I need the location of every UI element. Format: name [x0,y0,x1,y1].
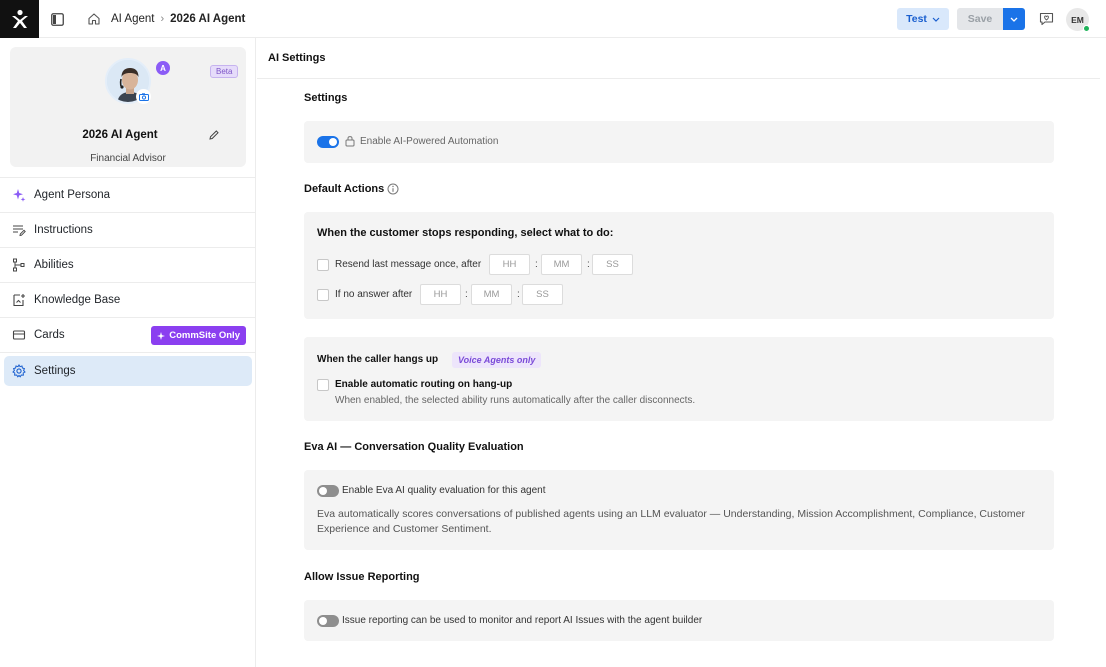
eva-toggle-label: Enable Eva AI quality evaluation for thi… [342,485,546,496]
no-answer-seconds-input[interactable]: SS [522,284,563,305]
beta-badge: Beta [210,65,239,78]
top-bar: AI Agent › 2026 AI Agent Test Save EM [0,0,1106,38]
resend-checkbox[interactable] [317,259,329,271]
issue-reporting-toggle[interactable] [317,615,339,627]
eva-panel: Enable Eva AI quality evaluation for thi… [304,470,1054,550]
sidebar-item-settings[interactable]: Settings [4,356,252,386]
app-logo[interactable] [0,0,39,38]
change-photo-button[interactable] [136,89,151,104]
time-separator: : [535,259,538,270]
agent-name: 2026 AI Agent [82,129,158,141]
no-answer-checkbox[interactable] [317,289,329,301]
issue-reporting-label: Issue reporting can be used to monitor a… [342,615,703,626]
chevron-down-icon [932,17,940,22]
save-button-label: Save [967,13,993,25]
page-title: AI Settings [257,38,1100,79]
resend-minutes-input[interactable]: MM [541,254,582,275]
issue-reporting-panel: Issue reporting can be used to monitor a… [304,600,1054,641]
time-separator: : [587,259,590,270]
sidebar-item-label: Agent Persona [34,189,111,201]
lock-icon [345,136,355,147]
ai-sparkle-icon: A [156,61,170,75]
save-options-button[interactable] [1003,8,1025,30]
eva-toggle[interactable] [317,485,339,497]
no-answer-label: If no answer after [335,289,413,300]
sidebar: A Beta 2026 AI Agent Financial Advisor A… [0,38,256,667]
logo-icon [11,9,28,28]
document-add-icon [12,293,26,307]
home-icon[interactable] [87,12,101,26]
commsite-badge-label: CommSite Only [169,330,240,341]
save-button[interactable]: Save [957,8,1003,30]
resend-seconds-input[interactable]: SS [592,254,633,275]
automation-panel: Enable AI-Powered Automation [304,121,1054,163]
info-icon[interactable] [387,183,399,195]
issue-reporting-title: Allow Issue Reporting [304,571,420,583]
resend-hours-input[interactable]: HH [489,254,530,275]
chevron-down-icon [1010,17,1018,22]
sidebar-item-instructions[interactable]: Instructions [0,212,256,247]
default-actions-title: Default Actions [304,183,385,195]
eva-section-title: Eva AI — Conversation Quality Evaluation [304,441,524,453]
breadcrumb-current: 2026 AI Agent [170,13,246,25]
sidebar-item-abilities[interactable]: Abilities [0,247,256,282]
sidebar-item-agent-persona[interactable]: Agent Persona [0,177,256,212]
hangup-title: When the caller hangs up [317,354,439,365]
message-heart-icon [1039,12,1053,26]
gear-icon [12,364,26,378]
sidebar-panel-icon [50,12,64,26]
test-button-label: Test [906,13,927,25]
sidebar-item-label: Abilities [34,259,74,271]
agent-role: Financial Advisor [90,153,166,164]
chevron-right-icon: › [160,13,165,25]
sparkle-icon [157,331,166,340]
no-answer-minutes-input[interactable]: MM [471,284,512,305]
sparkle-icon [12,188,26,202]
breadcrumb-ai-agent[interactable]: AI Agent [111,13,154,25]
hangup-panel: When the caller hangs up Voice Agents on… [304,337,1054,421]
settings-section-title: Settings [304,92,348,104]
breadcrumb: AI Agent › 2026 AI Agent [87,0,245,38]
test-button[interactable]: Test [897,8,949,30]
sidebar-toggle-button[interactable] [39,0,75,38]
stop-responding-prompt: When the customer stops responding, sele… [317,227,614,239]
hangup-routing-label: Enable automatic routing on hang-up [335,379,513,390]
camera-icon [138,92,149,101]
eva-description: Eva automatically scores conversations o… [317,508,1025,535]
time-separator: : [517,289,520,300]
flow-tree-icon [12,258,26,272]
cards-icon [12,328,26,342]
online-status-dot [1083,25,1090,32]
commsite-only-badge: CommSite Only [151,326,246,345]
automation-label: Enable AI-Powered Automation [360,136,499,147]
no-answer-hours-input[interactable]: HH [420,284,461,305]
sidebar-item-label: Settings [34,365,76,377]
sidebar-item-label: Cards [34,329,65,341]
time-separator: : [465,289,468,300]
sidebar-item-label: Instructions [34,224,93,236]
feedback-button[interactable] [1036,9,1056,29]
agent-profile-card: A Beta 2026 AI Agent Financial Advisor [10,47,246,167]
sidebar-item-cards[interactable]: Cards CommSite Only [0,317,256,352]
hangup-routing-checkbox[interactable] [317,379,329,391]
hangup-routing-description: When enabled, the selected ability runs … [335,395,696,406]
resend-label: Resend last message once, after [335,259,482,270]
sidebar-item-knowledge-base[interactable]: Knowledge Base [0,282,256,317]
voice-agents-only-badge: Voice Agents only [452,352,542,368]
sidebar-item-label: Knowledge Base [34,294,121,306]
automation-toggle[interactable] [317,136,339,148]
list-edit-icon [12,223,26,237]
default-actions-panel: When the customer stops responding, sele… [304,212,1054,319]
sidebar-nav: Agent Persona Instructions Abilities Kno… [0,177,256,386]
edit-pencil-icon[interactable] [208,129,220,141]
